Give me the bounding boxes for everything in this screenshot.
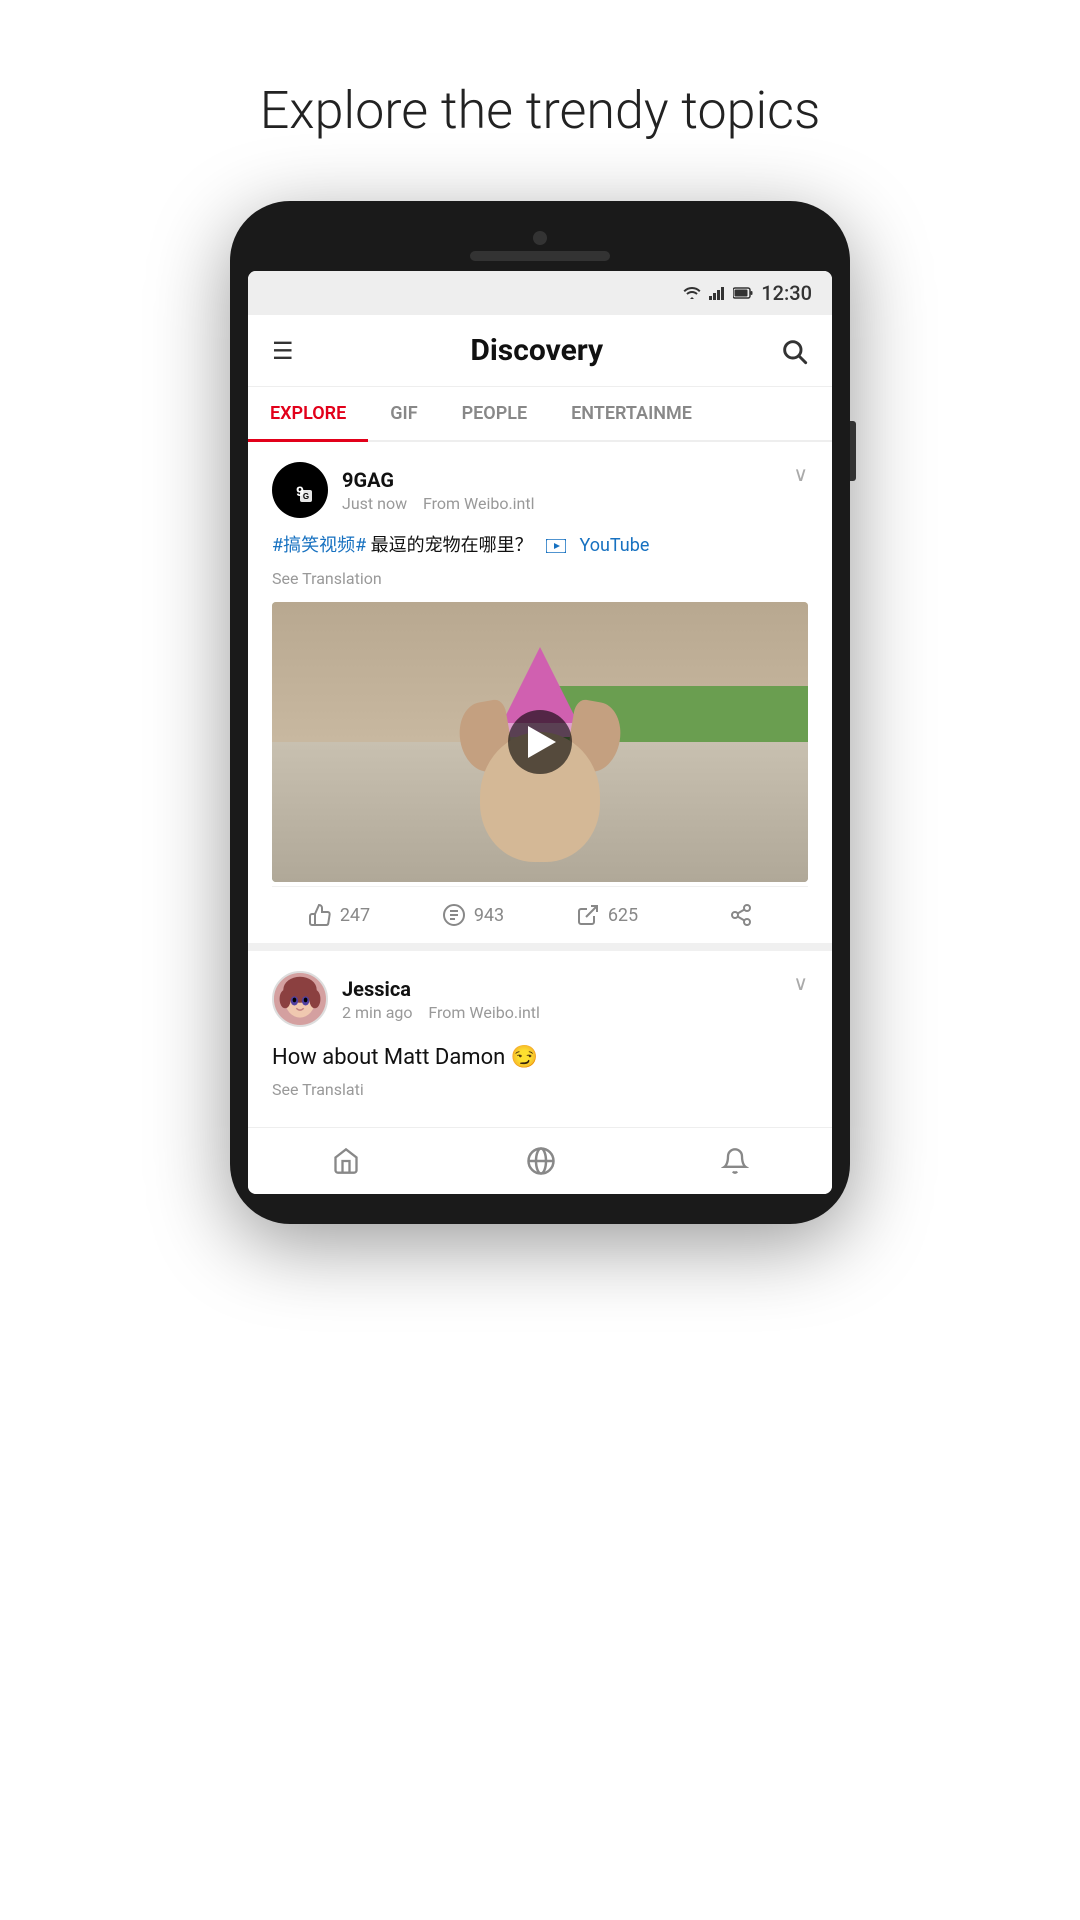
hamburger-menu-icon[interactable]: ☰ <box>272 337 294 365</box>
post-author-info-2: Jessica 2 min ago From Weibo.intl <box>272 971 540 1027</box>
like-action[interactable]: 247 <box>272 903 406 927</box>
chevron-down-icon-2[interactable]: ∨ <box>793 971 808 995</box>
search-icon[interactable] <box>780 337 808 365</box>
repost-count: 625 <box>608 905 638 926</box>
post-header-2: Jessica 2 min ago From Weibo.intl ∨ <box>272 971 808 1027</box>
explore-icon <box>526 1146 556 1176</box>
wifi-icon <box>683 286 701 300</box>
youtube-link[interactable]: YouTube <box>579 535 649 556</box>
author-meta-2: 2 min ago From Weibo.intl <box>342 1003 540 1022</box>
chevron-down-icon[interactable]: ∨ <box>793 462 808 486</box>
phone-notch <box>248 231 832 261</box>
battery-icon <box>733 287 753 299</box>
post-body-text: 最逗的宠物在哪里？ <box>371 535 533 556</box>
status-icons: 12:30 <box>683 281 812 305</box>
post-text: #搞笑视频# 最逗的宠物在哪里？ YouTube <box>272 532 808 559</box>
tab-people[interactable]: PEOPLE <box>440 387 550 440</box>
status-bar: 12:30 <box>248 271 832 315</box>
video-icon <box>546 539 566 553</box>
post-time-2: 2 min ago <box>342 1003 413 1022</box>
see-translation-link[interactable]: See Translation <box>272 569 808 588</box>
author-name-2: Jessica <box>342 977 540 1001</box>
phone-side-button <box>850 421 856 481</box>
comment-icon <box>442 903 466 927</box>
author-name: 9GAG <box>342 468 535 492</box>
author-details: 9GAG Just now From Weibo.intl <box>342 468 535 513</box>
phone-camera <box>533 231 547 245</box>
feed: 9 G 9GAG Just now From Weibo.intl <box>248 442 832 1127</box>
repost-action[interactable]: 625 <box>540 903 674 927</box>
app-title: Discovery <box>470 333 603 368</box>
play-triangle-icon <box>528 726 556 758</box>
hashtag-link[interactable]: #搞笑视频# <box>272 535 366 556</box>
phone-frame: 12:30 ☰ Discovery EXPLORE GIF PEOPLE ENT… <box>230 201 850 1224</box>
phone-screen: 12:30 ☰ Discovery EXPLORE GIF PEOPLE ENT… <box>248 271 832 1194</box>
post-actions: 247 943 <box>272 886 808 943</box>
signal-icon <box>709 286 725 300</box>
post-source: From Weibo.intl <box>423 494 535 513</box>
post-source-2: From Weibo.intl <box>428 1003 540 1022</box>
top-navigation: ☰ Discovery <box>248 315 832 387</box>
post-text-2: How about Matt Damon 😏 <box>272 1041 808 1074</box>
home-icon <box>331 1147 361 1175</box>
author-details-2: Jessica 2 min ago From Weibo.intl <box>342 977 540 1022</box>
share-icon <box>729 903 753 927</box>
page-heading-text: Explore the trendy topics <box>260 80 821 141</box>
post-header: 9 G 9GAG Just now From Weibo.intl <box>272 462 808 518</box>
tab-entertainment[interactable]: ENTERTAINME <box>549 387 714 440</box>
svg-text:G: G <box>303 492 309 501</box>
like-count: 247 <box>340 905 370 926</box>
author-meta: Just now From Weibo.intl <box>342 494 535 513</box>
bottom-nav-explore[interactable] <box>506 1142 576 1180</box>
comment-count: 943 <box>474 905 504 926</box>
bottom-nav-notifications[interactable] <box>701 1142 769 1180</box>
post-card: 9 G 9GAG Just now From Weibo.intl <box>248 442 832 951</box>
video-thumbnail[interactable] <box>272 602 808 882</box>
tab-gif[interactable]: GIF <box>368 387 439 440</box>
post-card-2: Jessica 2 min ago From Weibo.intl ∨ How … <box>248 951 832 1127</box>
comment-action[interactable]: 943 <box>406 903 540 927</box>
tab-explore[interactable]: EXPLORE <box>248 387 368 440</box>
repost-icon <box>576 903 600 927</box>
status-time: 12:30 <box>761 281 812 305</box>
avatar: 9 G <box>272 462 328 518</box>
share-action[interactable] <box>674 903 808 927</box>
avatar-jessica <box>272 971 328 1027</box>
bottom-nav-home[interactable] <box>311 1143 381 1179</box>
see-translation-link-2[interactable]: See Translati <box>272 1080 808 1099</box>
phone-speaker <box>470 251 610 261</box>
thumbs-up-icon <box>308 903 332 927</box>
bell-icon <box>721 1146 749 1176</box>
post-author-info: 9 G 9GAG Just now From Weibo.intl <box>272 462 535 518</box>
tab-bar: EXPLORE GIF PEOPLE ENTERTAINME <box>248 387 832 442</box>
bottom-navigation <box>248 1127 832 1194</box>
play-button[interactable] <box>508 710 572 774</box>
post-time: Just now <box>342 494 407 513</box>
